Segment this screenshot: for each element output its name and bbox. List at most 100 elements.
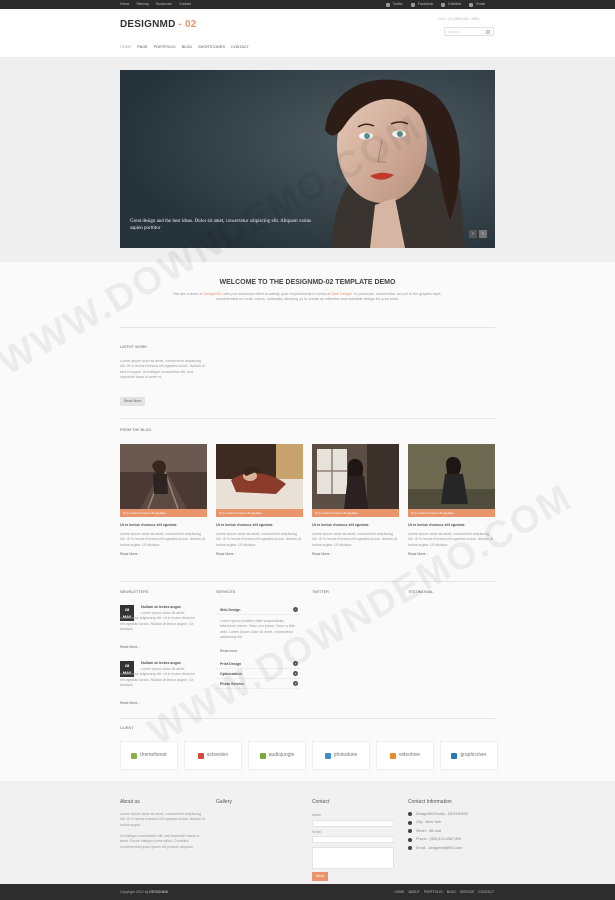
twitter-icon[interactable] xyxy=(385,2,390,7)
services-accordion: Web Design − Lorem ipsum porttitor vitae … xyxy=(216,605,300,689)
client-logo[interactable]: videohive xyxy=(376,741,434,770)
blog-excerpt: Lorem ipsum dolor sit amet, consectetur … xyxy=(408,531,493,547)
blog-excerpt: Lorem ipsum dolor sit amet, consectetur … xyxy=(312,531,397,547)
bottom-bar: Copyright 2012 by DESIGNMD HOME ABOUT PO… xyxy=(0,884,615,900)
intro-web-design: Web Design xyxy=(331,292,352,296)
nav-contact[interactable]: CONTACT xyxy=(231,45,249,50)
footer-nav-home[interactable]: HOME xyxy=(394,890,404,894)
expand-icon[interactable]: + xyxy=(293,661,298,666)
accordion-read-more-link[interactable]: Read more xyxy=(216,649,300,659)
expand-icon[interactable]: + xyxy=(293,681,298,686)
accordion-item-print-design[interactable]: Print Design + xyxy=(216,659,300,669)
client-logo[interactable]: activeden xyxy=(184,741,242,770)
footer-nav: HOME ABOUT PORTFOLIO BLOG SERVICE CONTAC… xyxy=(394,890,494,894)
client-name: activeden xyxy=(206,752,229,759)
client-logo[interactable]: audiojungle xyxy=(248,741,306,770)
blog-thumbnail[interactable] xyxy=(216,444,303,509)
client-icon xyxy=(197,752,204,759)
top-link-sitemap[interactable]: Sitemap xyxy=(136,0,149,9)
client-name: audiojungle xyxy=(268,752,295,759)
blog-read-more-link[interactable]: Read More... xyxy=(120,552,207,557)
newsletter-read-more-link[interactable]: Read More... xyxy=(120,701,140,706)
blog-read-more-link[interactable]: Read More... xyxy=(408,552,495,557)
name-label: Name xyxy=(312,813,322,817)
accordion-item-optimization[interactable]: Optimization + xyxy=(216,669,300,679)
latest-work-read-more-button[interactable]: Read More xyxy=(120,397,146,406)
footer-nav-service[interactable]: SERVICE xyxy=(460,890,474,894)
phone-icon xyxy=(408,837,412,842)
footer-nav-portfolio[interactable]: PORTFOLIO xyxy=(424,890,443,894)
top-link-home[interactable]: Home xyxy=(120,0,129,9)
accordion-item-photo-service[interactable]: Photo Service + xyxy=(216,679,300,689)
blog-thumbnail[interactable] xyxy=(408,444,495,509)
accordion-item-web-design[interactable]: Web Design − xyxy=(216,605,300,615)
client-icon xyxy=(259,752,266,759)
blog-thumbnail[interactable] xyxy=(120,444,207,509)
blog-title[interactable]: Ut in lectus rhoncus elit egestas xyxy=(120,523,207,528)
blog-title[interactable]: Ut in lectus rhoncus elit egestas xyxy=(312,523,399,528)
testimonial-heading: TESTIMONIAL xyxy=(408,590,434,594)
client-icon xyxy=(451,752,458,759)
footer-nav-contact[interactable]: CONTACT xyxy=(478,890,494,894)
send-button[interactable]: Send xyxy=(312,872,329,882)
about-text-2: Ut tristique consectetur elit, sed imper… xyxy=(120,834,200,849)
search-input[interactable]: Search... xyxy=(444,27,494,36)
social-links: Twitter Facebook Dribbble Email xyxy=(385,0,493,9)
client-logo[interactable]: graphicriver xyxy=(440,741,498,770)
name-input[interactable] xyxy=(312,819,394,827)
blog-title[interactable]: Ut in lectus rhoncus elit egestas xyxy=(216,523,303,528)
slider-next-icon[interactable]: › xyxy=(479,230,487,238)
contact-info-text[interactable]: Email - designmd@tf01.com xyxy=(416,846,462,851)
blog-overlay-caption: Ut in lectus rhoncus elit egestas xyxy=(312,509,399,517)
social-dribbble[interactable]: Dribbble xyxy=(448,0,461,9)
top-link-contact[interactable]: Contact xyxy=(179,0,191,9)
nav-shortcodes[interactable]: SHORTCODES xyxy=(198,45,225,50)
client-name: themeforest xyxy=(140,752,167,759)
client-icon xyxy=(324,752,331,759)
intro-text-a: We are a team of xyxy=(173,292,204,296)
facebook-icon[interactable] xyxy=(410,2,415,7)
newsletter-title[interactable]: Nullam at lectus augue xyxy=(141,605,181,610)
logo-text: DESIGNMD xyxy=(120,19,176,30)
search-icon[interactable] xyxy=(486,30,490,34)
newsletter-read-more-link[interactable]: Read More... xyxy=(120,645,140,650)
footer xyxy=(0,781,615,884)
divider xyxy=(120,581,495,582)
email-input[interactable] xyxy=(312,836,394,844)
street-icon xyxy=(408,829,412,834)
client-logo[interactable]: photodune xyxy=(312,741,370,770)
logo[interactable]: DESIGNMD - 02 xyxy=(120,18,197,32)
copyright-brand[interactable]: DESIGNMD xyxy=(149,890,168,894)
contact-info-text: Street - 5th Ave xyxy=(416,828,442,833)
nav-blog[interactable]: BLOG xyxy=(182,45,193,50)
nav-home[interactable]: HOME xyxy=(120,45,131,50)
header-contact: CALL US (555) 555 - 5555 xyxy=(438,17,480,21)
social-email[interactable]: Email xyxy=(476,0,485,9)
dribbble-icon[interactable] xyxy=(441,2,446,7)
footer-nav-about[interactable]: ABOUT xyxy=(408,890,419,894)
slider-prev-icon[interactable]: ‹ xyxy=(469,230,477,238)
top-link-bookmark[interactable]: Bookmark xyxy=(156,0,172,9)
divider xyxy=(120,327,495,328)
social-twitter[interactable]: Twitter xyxy=(393,0,403,9)
contact-info-row: City - New York xyxy=(408,820,498,825)
expand-icon[interactable]: + xyxy=(293,671,298,676)
message-textarea[interactable] xyxy=(312,847,394,870)
blog-title[interactable]: Ut in lectus rhoncus elit egestas xyxy=(408,523,495,528)
client-logo[interactable]: themeforest xyxy=(120,741,178,770)
newsletter-title[interactable]: Nullam at lectus augue xyxy=(141,661,181,666)
newsletter-text: Lorem ipsum dolor sit amet, consectetur … xyxy=(120,611,195,632)
blog-photo-window xyxy=(312,444,399,509)
email-icon[interactable] xyxy=(469,2,474,7)
accordion-title: Print Design xyxy=(220,662,242,666)
nav-page[interactable]: PAGE xyxy=(137,45,147,50)
social-facebook[interactable]: Facebook xyxy=(418,0,433,9)
blog-thumbnail[interactable] xyxy=(312,444,399,509)
footer-nav-blog[interactable]: BLOG xyxy=(447,890,456,894)
nav-portfolio[interactable]: PORTFOLIO xyxy=(154,45,176,50)
blog-read-more-link[interactable]: Read More... xyxy=(312,552,399,557)
blog-read-more-link[interactable]: Read More... xyxy=(216,552,303,557)
about-text: Lorem ipsum dolor sit amet, consectetur … xyxy=(120,812,205,827)
collapse-icon[interactable]: − xyxy=(293,607,298,612)
copyright-text: Copyright 2012 by xyxy=(120,890,150,894)
